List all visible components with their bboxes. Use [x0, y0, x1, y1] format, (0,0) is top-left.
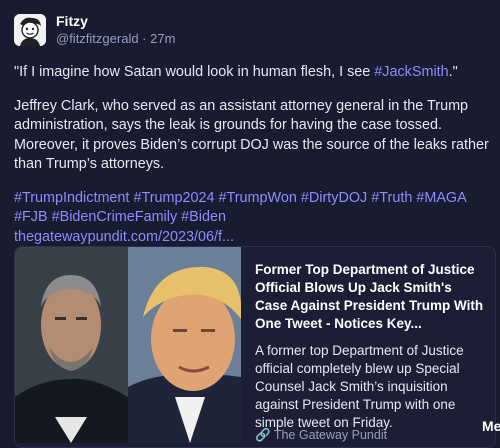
hashtag-link[interactable]: #Biden: [181, 209, 226, 225]
me-overlay-label: Me: [482, 418, 500, 434]
author-info: Fitzy @fitzfitzgerald · 27m: [56, 12, 175, 47]
card-source: 🔗 The Gateway Pundit: [255, 428, 387, 443]
timestamp[interactable]: 27m: [150, 31, 175, 46]
post-content: "If I imagine how Satan would look in hu…: [14, 63, 490, 261]
handle[interactable]: @fitzfitzgerald: [56, 31, 139, 46]
meta-separator: ·: [138, 31, 151, 46]
post-meta: @fitzfitzgerald · 27m: [56, 30, 175, 47]
cartoon-avatar-icon: [14, 13, 46, 46]
card-description: A former top Department of Justice offic…: [255, 343, 464, 430]
article-link[interactable]: thegatewaypundit.com/2023/06/f...: [14, 229, 234, 245]
hashtag-link[interactable]: #FJB: [14, 209, 48, 225]
hashtag-link[interactable]: #Trump2024: [133, 190, 214, 206]
quote-paragraph: "If I imagine how Satan would look in hu…: [14, 63, 490, 83]
hashtag-link[interactable]: #Truth: [371, 190, 412, 206]
hashtag-link[interactable]: #JackSmith: [374, 64, 448, 80]
post-header: Fitzy @fitzfitzgerald · 27m: [14, 12, 175, 47]
body-paragraph: Jeffrey Clark, who served as an assistan…: [14, 97, 489, 173]
article-thumbnail[interactable]: [15, 247, 241, 443]
hashtag-link[interactable]: #BidenCrimeFamily: [52, 209, 178, 225]
hashtag-link[interactable]: #DirtyDOJ: [301, 190, 367, 206]
link-icon: 🔗: [255, 428, 271, 442]
card-source-label: The Gateway Pundit: [273, 428, 388, 442]
quote-suffix: .": [448, 64, 458, 80]
card-title[interactable]: Former Top Department of Justice Officia…: [255, 261, 485, 333]
quote-prefix: "If I imagine how Satan would look in hu…: [14, 64, 375, 80]
link-preview-card[interactable]: Former Top Department of Justice Officia…: [14, 246, 496, 448]
card-text: Former Top Department of Justice Officia…: [255, 261, 485, 432]
display-name[interactable]: Fitzy: [56, 12, 175, 30]
avatar[interactable]: [14, 13, 46, 46]
hashtag-link[interactable]: #MAGA: [416, 190, 466, 206]
hashtags-paragraph: #TrumpIndictment #Trump2024 #TrumpWon #D…: [14, 189, 490, 248]
hashtag-link[interactable]: #TrumpWon: [219, 190, 297, 206]
hashtag-link[interactable]: #TrumpIndictment: [14, 190, 129, 206]
